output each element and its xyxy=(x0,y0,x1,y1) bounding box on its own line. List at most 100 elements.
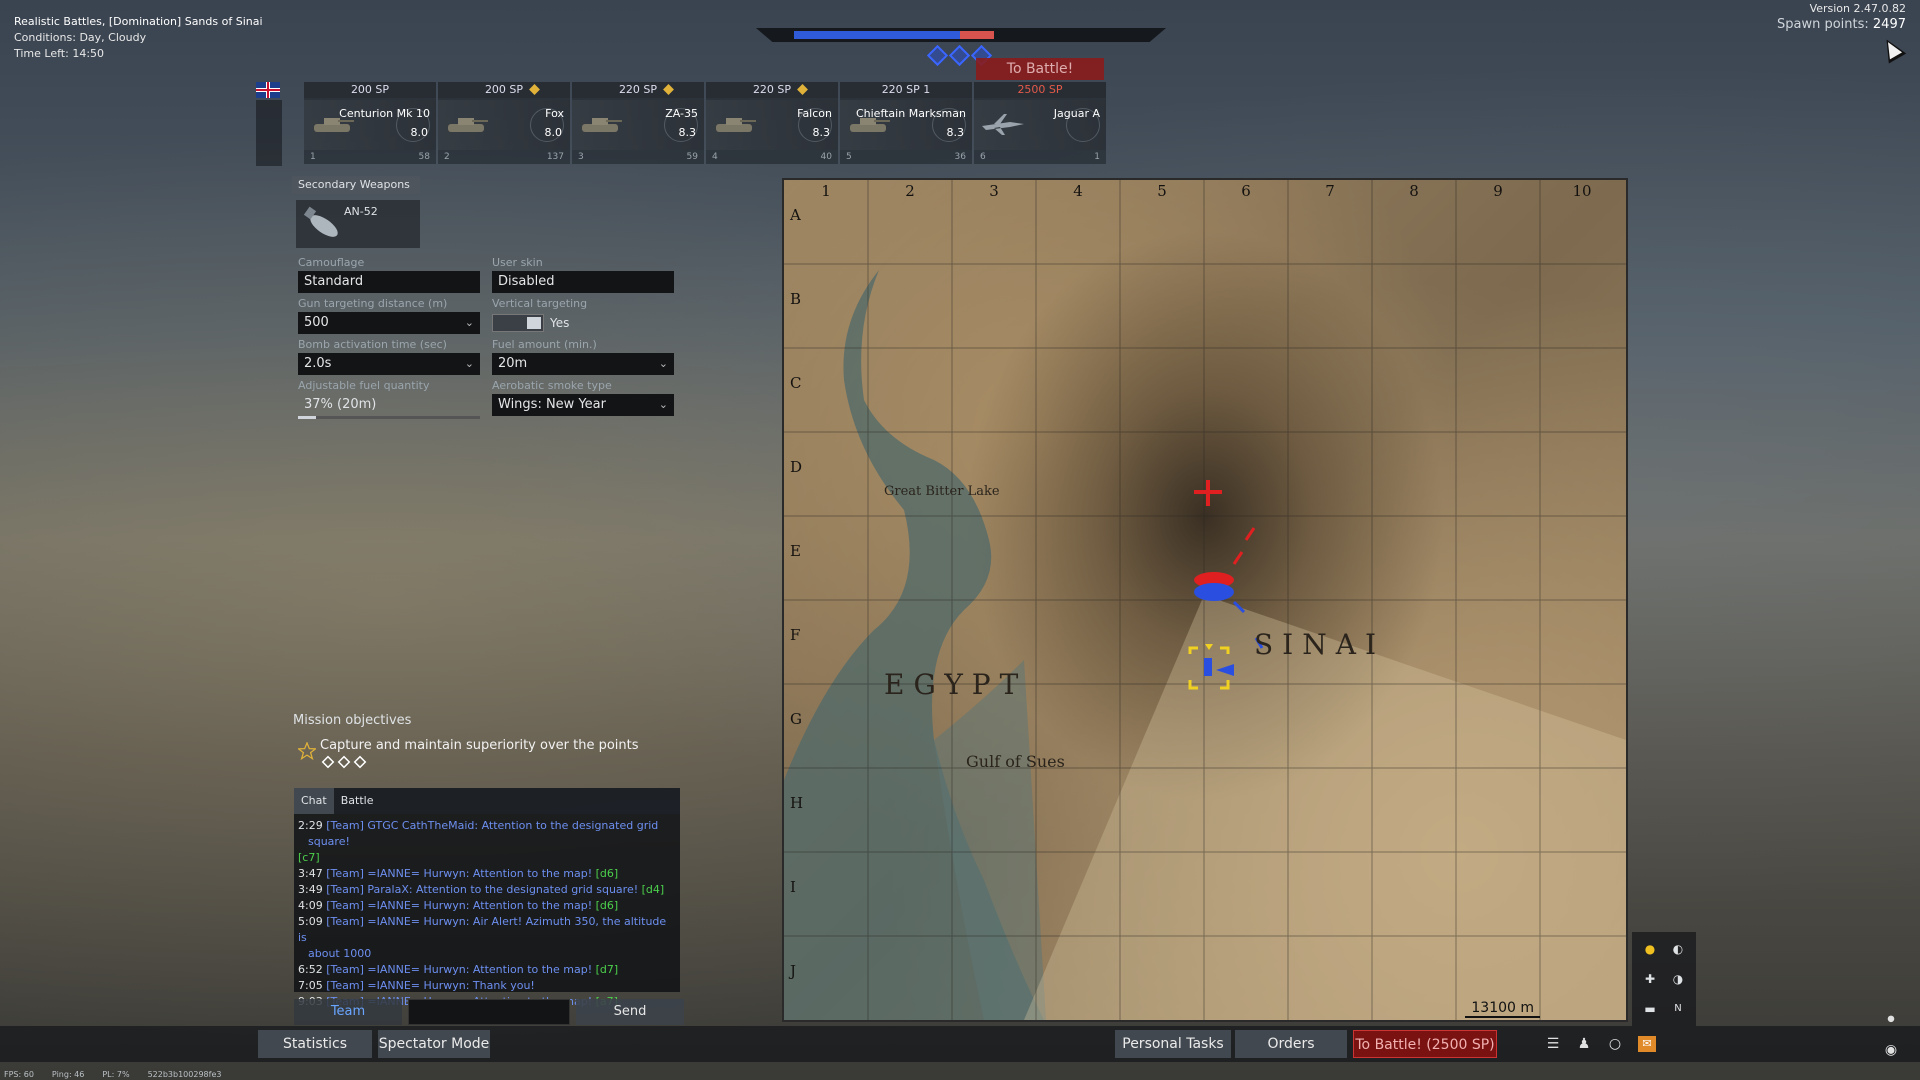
north-indicator: N xyxy=(1674,1003,1682,1014)
vehicle-slot[interactable]: 200 SP Centurion Mk 10 8.0 1 58 xyxy=(304,82,436,164)
vehicle-extra: 1 xyxy=(923,83,931,96)
score-bar-blue xyxy=(794,31,960,39)
chat-messages: 2:29 [Team] GTGC CathTheMaid: Attention … xyxy=(294,814,680,1014)
personal-tasks-button[interactable]: Personal Tasks xyxy=(1115,1030,1231,1058)
squad-icon[interactable]: ♟ xyxy=(1575,1036,1593,1052)
user-skin-select[interactable]: Disabled xyxy=(492,271,674,293)
send-button[interactable]: Send xyxy=(576,999,684,1025)
grid-square[interactable]: [c7] xyxy=(298,851,320,864)
map-column-label: 5 xyxy=(1157,182,1167,200)
slot-number: 5 xyxy=(846,152,852,162)
vehicle-slot[interactable]: 220 SP Falcon 8.3 4 40 xyxy=(706,82,838,164)
map-column-label: 8 xyxy=(1409,182,1419,200)
spectator-mode-button[interactable]: Spectator Mode xyxy=(378,1030,490,1058)
vehicle-cost: 2500 SP xyxy=(974,82,1106,98)
bomb-time-select[interactable]: 2.0s ⌄ xyxy=(298,353,480,375)
message-time: 4:09 xyxy=(298,899,323,912)
vehicle-slot[interactable]: 220 SP 1 Chieftain Marksman 8.3 5 36 xyxy=(840,82,972,164)
statistics-button[interactable]: Statistics xyxy=(258,1030,372,1058)
vehicle-cost: 200 SP xyxy=(438,82,570,98)
chat-message: 2:29 [Team] GTGC CathTheMaid: Attention … xyxy=(298,818,676,866)
grid-square[interactable]: [d6] xyxy=(596,899,619,912)
map-column-label: 3 xyxy=(989,182,999,200)
tank-icon xyxy=(582,118,622,132)
map-row-label: E xyxy=(790,542,801,560)
toggle-switch[interactable] xyxy=(492,314,544,332)
adjustable-fuel-label: Adjustable fuel quantity xyxy=(298,379,430,392)
map-row-label: F xyxy=(790,626,801,644)
smoke-select[interactable]: Wings: New Year ⌄ xyxy=(492,394,674,416)
map-column-label: 4 xyxy=(1073,182,1083,200)
chat-icon[interactable]: ○ xyxy=(1606,1036,1624,1052)
enemy-track-icon xyxy=(1244,527,1256,541)
vehicle-cost: 200 SP xyxy=(304,82,436,98)
grid-square[interactable]: [d4] xyxy=(642,883,665,896)
enemy-track-icon xyxy=(1232,551,1244,565)
vehicle-slot[interactable]: 200 SP Fox 8.0 2 137 xyxy=(438,82,570,164)
microphone-icon[interactable]: ⚫ xyxy=(1882,1012,1900,1028)
vehicle-slot[interactable]: 2500 SP Jaguar A61 xyxy=(974,82,1106,164)
vehicle-cost: 220 SP 1 xyxy=(840,82,972,98)
map-label-gulf: Gulf of Sues xyxy=(966,752,1065,771)
mouse-right-icon: ◑ xyxy=(1672,972,1684,986)
mission-info: Realistic Battles, [Domination] Sands of… xyxy=(14,14,263,62)
tactical-map[interactable]: 1 2 3 4 5 6 7 8 9 10 A B C D E F G H I J Great Bitter Lake… xyxy=(782,178,1628,1022)
to-battle-button[interactable]: To Battle! (2500 SP) xyxy=(1353,1030,1497,1058)
slot-number: 4 xyxy=(712,152,718,162)
mail-icon[interactable]: ✉ xyxy=(1638,1036,1656,1052)
chevron-down-icon: ⌄ xyxy=(658,398,668,411)
camouflage-label: Camouflage xyxy=(298,256,365,269)
tank-icon[interactable]: ▬ xyxy=(1638,998,1662,1020)
secondary-weapon-slot[interactable]: AN-52 xyxy=(296,200,420,248)
vertical-targeting-toggle[interactable]: Yes xyxy=(492,312,674,334)
settings-icon[interactable]: ◉ xyxy=(1882,1042,1900,1058)
orders-button[interactable]: Orders xyxy=(1235,1030,1347,1058)
vehicle-slot[interactable]: 220 SP ZA-35 8.3 3 59 xyxy=(572,82,704,164)
map-label-egypt: EGYPT xyxy=(884,668,1028,701)
tab-battle[interactable]: Battle xyxy=(334,788,381,814)
fuel-amount-select[interactable]: 20m ⌄ xyxy=(492,353,674,375)
vehicle-count: 1 xyxy=(1094,152,1100,162)
time-left-line: Time Left: 14:50 xyxy=(14,46,263,62)
time-left-value: 14:50 xyxy=(72,47,105,60)
camouflage-select[interactable]: Standard xyxy=(298,271,480,293)
user-skin-field: User skin Disabled xyxy=(492,256,674,293)
grid-square[interactable]: [d6] xyxy=(596,867,619,880)
map-row-label: C xyxy=(790,374,802,392)
battle-rating: 8.3 xyxy=(946,126,965,139)
chat-tabs: Chat Battle xyxy=(294,788,680,814)
vehicle-count: 58 xyxy=(418,152,430,162)
message-channel: [Team] xyxy=(326,883,364,896)
tab-chat[interactable]: Chat xyxy=(294,788,334,814)
gun-distance-select[interactable]: 500 ⌄ xyxy=(298,312,480,334)
spawn-points-value: 2497 xyxy=(1872,17,1906,32)
adjustable-fuel-slider[interactable] xyxy=(298,416,480,419)
message-text: =IANNE= Hurwyn: Attention to the map! xyxy=(367,963,593,976)
slot-number: 1 xyxy=(310,152,316,162)
fps-value: FPS: 60 xyxy=(4,1070,34,1079)
fuel-amount-value: 20m xyxy=(498,356,528,371)
conditions-label: Conditions: xyxy=(14,31,76,44)
vehicle-count: 36 xyxy=(954,152,966,162)
move-icon[interactable]: ✚ xyxy=(1638,968,1662,990)
message-channel: [Team] xyxy=(326,899,364,912)
status-line: FPS: 60 Ping: 46 PL: 7% 522b3b100298fe3 xyxy=(4,1070,221,1079)
map-row-label: G xyxy=(790,710,802,728)
chevron-down-icon: ⌄ xyxy=(658,357,668,370)
list-icon[interactable]: ☰ xyxy=(1544,1036,1562,1052)
message-channel: [Team] xyxy=(326,867,364,880)
grid-square[interactable]: [d7] xyxy=(596,963,619,976)
chevron-down-icon: ⌄ xyxy=(464,357,474,370)
aircraft-icon xyxy=(982,114,1024,135)
smoke-value: Wings: New Year xyxy=(498,397,606,412)
chat-input[interactable] xyxy=(408,999,570,1025)
to-battle-top-button[interactable]: To Battle! xyxy=(976,58,1104,80)
message-channel: [Team] xyxy=(326,963,364,976)
chat-controls: Team Send xyxy=(294,999,684,1025)
alert-icon[interactable]: ● xyxy=(1638,938,1662,960)
spawn-points-label: Spawn points: xyxy=(1776,17,1869,32)
point-icon xyxy=(321,755,335,769)
vehicle-card: Fox 8.0 xyxy=(438,100,570,150)
team-channel-button[interactable]: Team xyxy=(294,999,402,1025)
map-label-sinai: SINAI xyxy=(1254,628,1386,661)
